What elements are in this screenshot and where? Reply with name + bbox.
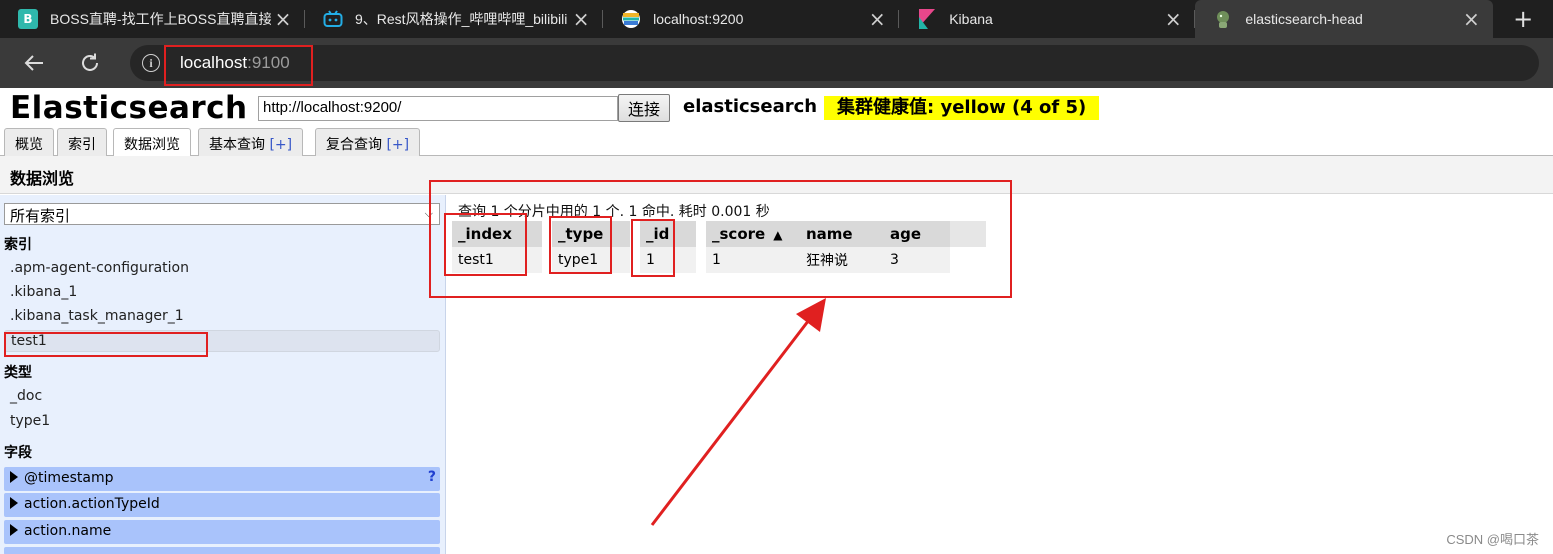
annotation-arrow-icon [650,298,826,526]
watermark: CSDN @喝口茶 [1446,532,1539,547]
